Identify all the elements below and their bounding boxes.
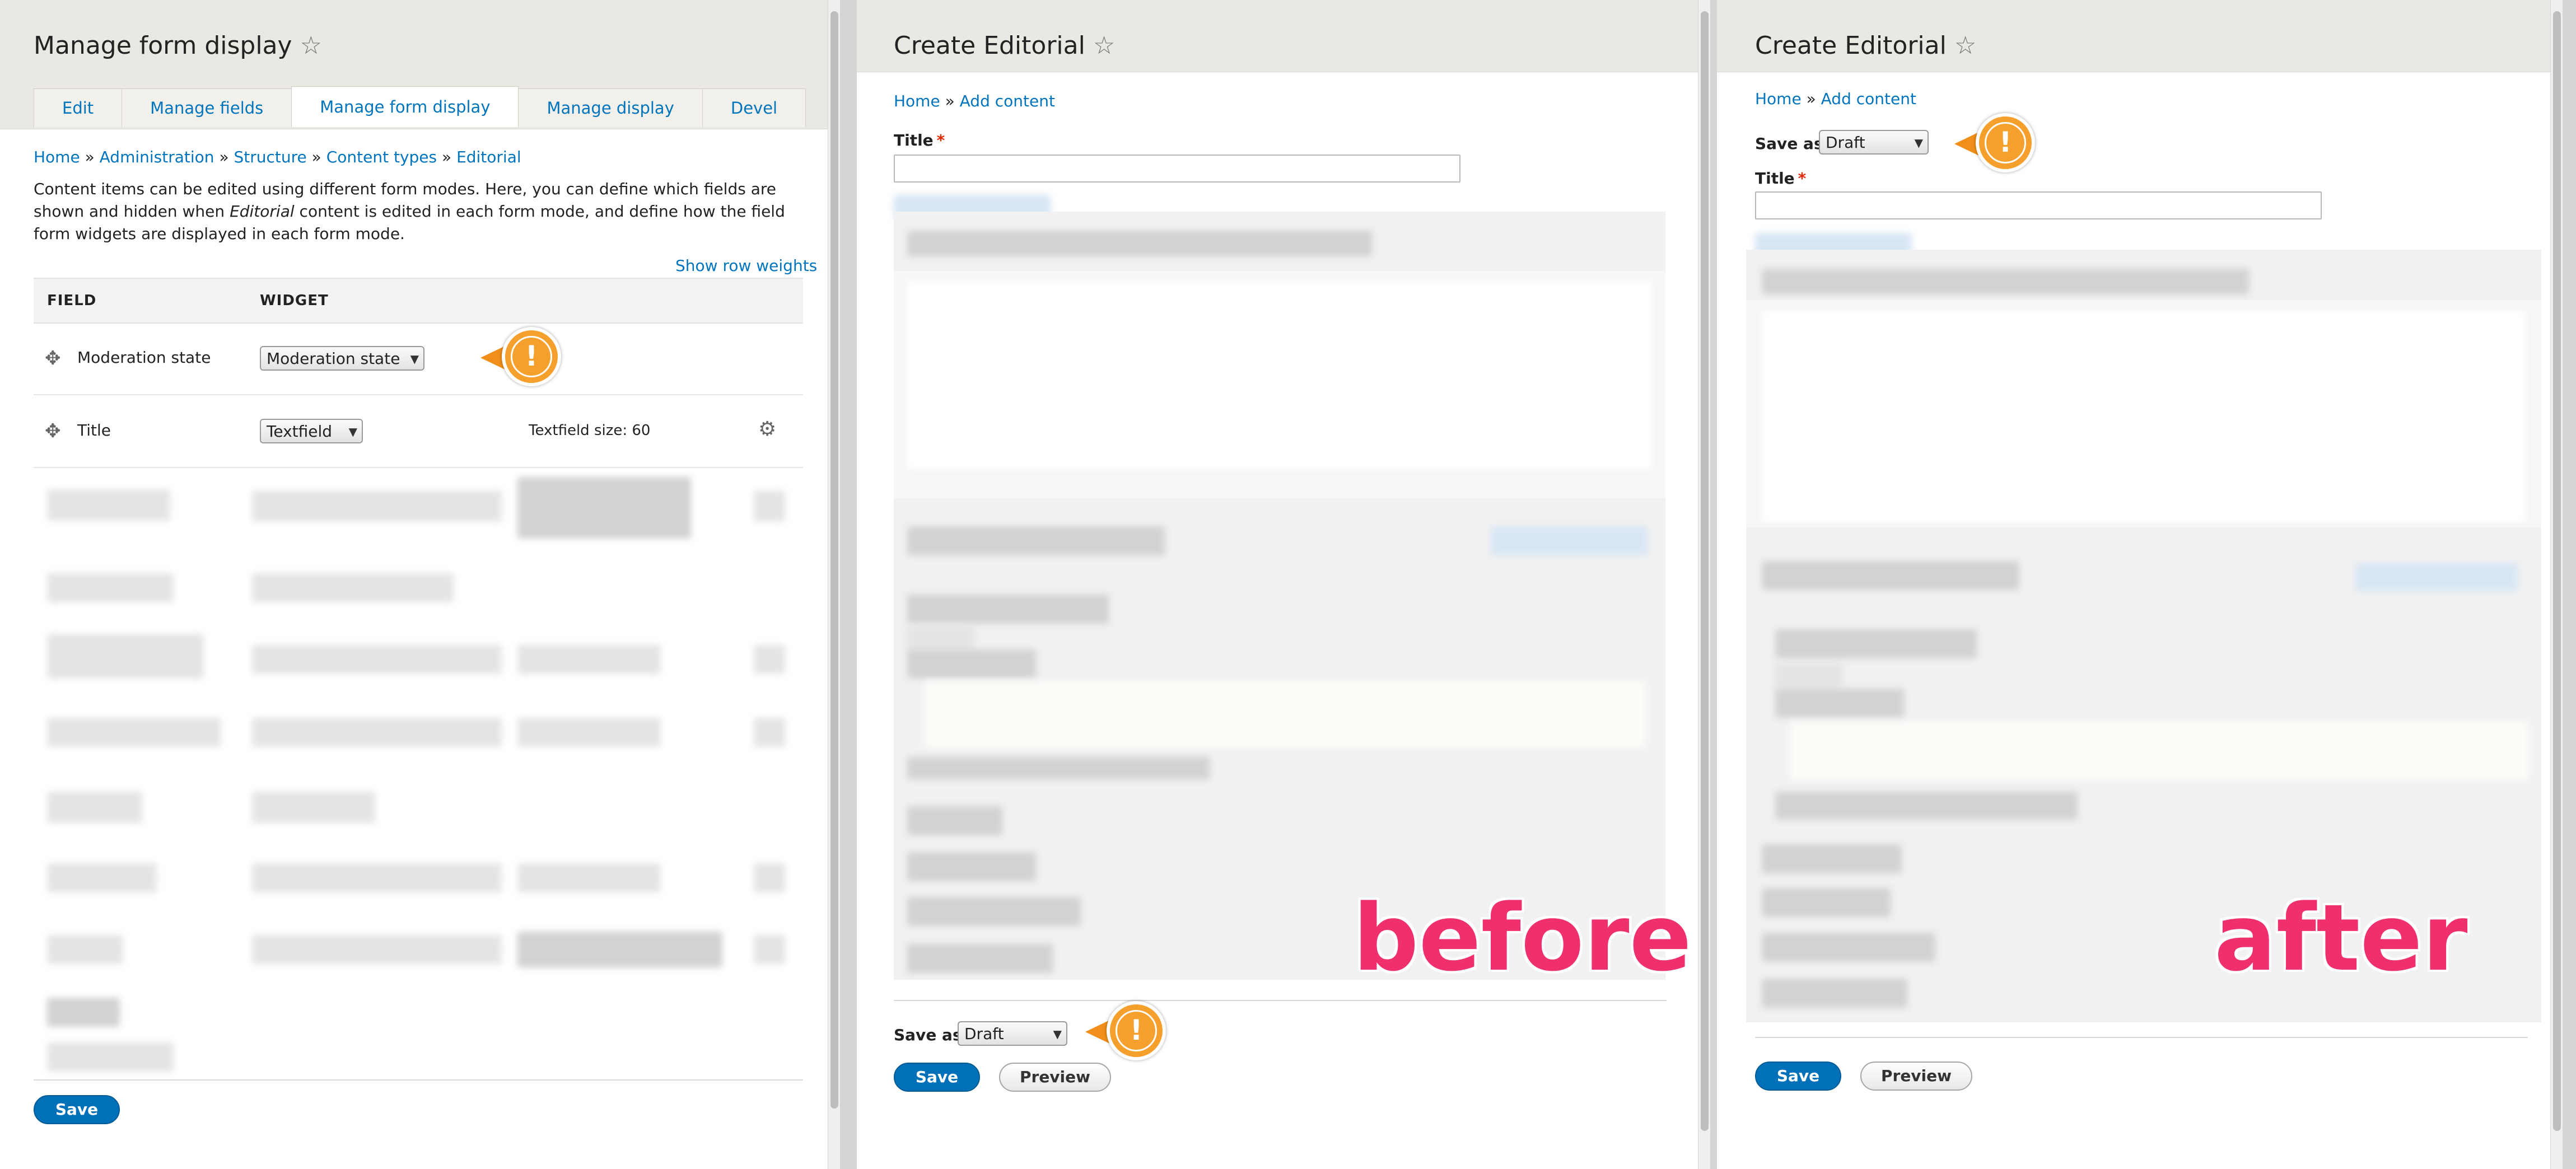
- breadcrumb-separator: »: [311, 148, 321, 166]
- table-row: ✥ Moderation state Moderation state ▼ !: [34, 322, 803, 395]
- table-bottom-border: [34, 1079, 803, 1081]
- required-marker: *: [1798, 169, 1807, 188]
- after-caption: after: [2214, 885, 2468, 992]
- chevron-down-icon: ▼: [1053, 1027, 1062, 1041]
- breadcrumb-home[interactable]: Home: [34, 148, 80, 166]
- tab-manage-form-display[interactable]: Manage form display: [291, 86, 519, 127]
- tab-manage-fields[interactable]: Manage fields: [122, 88, 292, 127]
- alert-marker-icon: !: [1954, 113, 2038, 175]
- breadcrumb-separator: »: [219, 148, 229, 166]
- breadcrumb: Home » Add content: [894, 92, 1055, 110]
- show-row-weights-link[interactable]: Show row weights: [675, 256, 817, 275]
- gear-icon[interactable]: ⚙: [758, 418, 776, 441]
- breadcrumb-separator: »: [85, 148, 95, 166]
- table-row: ✥ Title Textfield ▼ Textfield size: 60 ⚙: [34, 395, 803, 468]
- preview-button[interactable]: Preview: [1860, 1062, 1972, 1091]
- save-button[interactable]: Save: [894, 1063, 980, 1092]
- alert-marker-icon: !: [480, 327, 564, 389]
- breadcrumb-home[interactable]: Home: [894, 92, 940, 110]
- star-icon[interactable]: ☆: [1954, 31, 1976, 60]
- before-caption: before: [1353, 885, 1692, 992]
- preview-button[interactable]: Preview: [999, 1063, 1111, 1092]
- title-label: Title *: [894, 131, 945, 149]
- breadcrumb-structure[interactable]: Structure: [234, 148, 306, 166]
- tab-manage-display[interactable]: Manage display: [518, 88, 703, 127]
- star-icon[interactable]: ☆: [300, 31, 322, 60]
- star-icon[interactable]: ☆: [1093, 31, 1115, 60]
- save-button[interactable]: Save: [1755, 1062, 1841, 1091]
- required-marker: *: [936, 131, 945, 149]
- create-editorial-before-panel: Create Editorial ☆ Home » Add content Tit…: [857, 0, 1710, 1169]
- breadcrumb-separator: »: [1806, 90, 1816, 108]
- column-header-widget: WIDGET: [260, 292, 329, 309]
- field-name: Moderation state: [77, 348, 211, 367]
- widget-select[interactable]: Moderation state ▼: [260, 346, 424, 371]
- scrollbar[interactable]: [1698, 0, 1710, 1169]
- table-header: FIELD WIDGET: [34, 278, 803, 324]
- save-as-label: Save as:: [1755, 134, 1830, 153]
- title-input[interactable]: [894, 155, 1460, 183]
- alert-marker-icon: !: [1085, 1001, 1169, 1063]
- create-editorial-after-panel: Create Editorial ☆ Home » Add content Sav…: [1717, 0, 2563, 1169]
- breadcrumb: Home » Administration » Structure » Cont…: [34, 148, 521, 166]
- widget-select[interactable]: Textfield ▼: [260, 419, 363, 443]
- form-divider: [894, 1000, 1667, 1001]
- column-header-field: FIELD: [47, 292, 97, 309]
- page-title: Manage form display ☆: [34, 31, 323, 60]
- chevron-down-icon: ▼: [348, 425, 357, 438]
- page-title: Create Editorial ☆: [1755, 31, 1977, 60]
- breadcrumb-add-content[interactable]: Add content: [960, 92, 1055, 110]
- breadcrumb-home[interactable]: Home: [1755, 90, 1802, 108]
- breadcrumb-content-types[interactable]: Content types: [326, 148, 437, 166]
- page-header: Create Editorial ☆: [857, 0, 1710, 72]
- title-label: Title *: [1755, 169, 1807, 188]
- drag-handle-icon[interactable]: ✥: [45, 420, 61, 442]
- save-as-label: Save as:: [894, 1026, 968, 1044]
- page-description: Content items can be edited using differ…: [34, 180, 785, 243]
- tabs: Edit Manage fields Manage form display M…: [34, 86, 806, 129]
- scrollbar[interactable]: [828, 0, 840, 1169]
- form-divider: [1755, 1037, 2528, 1038]
- save-as-select[interactable]: Draft ▼: [1819, 130, 1929, 155]
- tab-edit[interactable]: Edit: [34, 88, 123, 127]
- breadcrumb-editorial[interactable]: Editorial: [456, 148, 521, 166]
- tab-devel[interactable]: Devel: [702, 88, 806, 127]
- save-button[interactable]: Save: [34, 1095, 120, 1124]
- drag-handle-icon[interactable]: ✥: [45, 347, 61, 370]
- breadcrumb: Home » Add content: [1755, 90, 1916, 108]
- breadcrumb-add-content[interactable]: Add content: [1821, 90, 1916, 108]
- title-input[interactable]: [1755, 191, 2322, 219]
- breadcrumb-separator: »: [442, 148, 452, 166]
- page-title: Create Editorial ☆: [894, 31, 1116, 60]
- breadcrumb-separator: »: [945, 92, 955, 110]
- save-as-select[interactable]: Draft ▼: [958, 1021, 1067, 1046]
- chevron-down-icon: ▼: [1914, 136, 1923, 149]
- page-header: Create Editorial ☆: [1717, 0, 2563, 72]
- scrollbar[interactable]: [2550, 0, 2563, 1169]
- field-name: Title: [77, 421, 111, 439]
- breadcrumb-administration[interactable]: Administration: [100, 148, 214, 166]
- chevron-down-icon: ▼: [410, 352, 419, 366]
- page-header: Manage form display ☆ Edit Manage fields …: [0, 0, 840, 129]
- manage-form-display-panel: Manage form display ☆ Edit Manage fields …: [0, 0, 840, 1169]
- widget-summary: Textfield size: 60: [529, 422, 651, 439]
